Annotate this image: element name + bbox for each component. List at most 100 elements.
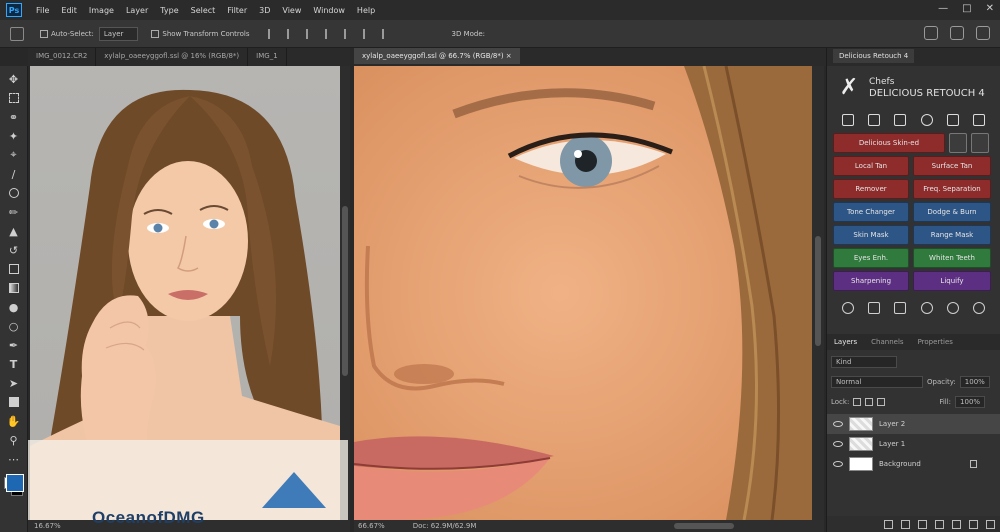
compare-icon[interactable] (920, 302, 933, 314)
retouch-panel-tab[interactable]: Delicious Retouch 4 (827, 48, 1000, 66)
tab-properties[interactable]: Properties (911, 338, 960, 346)
sharpening-button[interactable]: Sharpening (833, 271, 909, 291)
undo-icon[interactable] (946, 302, 959, 314)
menu-layer[interactable]: Layer (126, 6, 148, 15)
layer-select[interactable]: Layer (98, 26, 139, 41)
new-layer-icon[interactable] (969, 519, 978, 529)
dodge-tool-icon[interactable]: ○ (7, 319, 21, 333)
surface-tan-button[interactable]: Surface Tan (913, 156, 991, 176)
skin-mask-button[interactable]: Skin Mask (833, 225, 909, 245)
maximize-icon[interactable]: □ (962, 3, 971, 14)
group-icon[interactable] (952, 519, 961, 529)
scrollbar-thumb[interactable] (342, 206, 348, 376)
grid-icon[interactable] (868, 302, 881, 314)
local-tan-button[interactable]: Local Tan (833, 156, 909, 176)
range-mask-button[interactable]: Range Mask (913, 225, 991, 245)
align-center-icon[interactable] (286, 28, 297, 39)
move-tool-icon[interactable]: ✥ (7, 72, 21, 86)
link-icon[interactable] (884, 519, 893, 529)
lock-pixels-icon[interactable] (853, 398, 862, 406)
user-icon[interactable] (972, 114, 985, 126)
layer-row[interactable]: Layer 1 (827, 434, 1000, 454)
eye-icon[interactable] (833, 461, 843, 467)
close-icon[interactable]: ✕ (986, 3, 994, 14)
doc-tab[interactable]: IMG_1 (248, 48, 287, 66)
align-bottom-icon[interactable] (362, 28, 373, 39)
minimize-icon[interactable]: — (938, 3, 948, 14)
type-tool-icon[interactable]: T (7, 357, 21, 371)
dodge-burn-button[interactable]: Dodge & Burn (913, 202, 991, 222)
layers-icon[interactable] (894, 302, 907, 314)
eye-icon[interactable] (833, 441, 843, 447)
share-icon[interactable] (976, 26, 990, 40)
menu-window[interactable]: Window (313, 6, 345, 15)
align-left-icon[interactable] (267, 28, 278, 39)
lock-all-icon[interactable] (877, 398, 886, 406)
transform-controls-checkbox[interactable] (151, 29, 160, 38)
align-right-icon[interactable] (305, 28, 316, 39)
menu-3d[interactable]: 3D (259, 6, 270, 15)
zoom-readout[interactable]: 66.67% (358, 520, 385, 532)
pencil-icon[interactable] (868, 114, 881, 126)
doc-tab[interactable]: xylalp_oaeeyggofl.ssl @ 16% (RGB/8*) (96, 48, 249, 66)
move-tool-icon[interactable] (10, 26, 24, 41)
align-top-icon[interactable] (324, 28, 335, 39)
menu-view[interactable]: View (282, 6, 301, 15)
eraser-tool-icon[interactable] (7, 262, 21, 276)
distribute-icon[interactable] (381, 28, 392, 39)
doc-tab[interactable]: IMG_0012.CR2 (28, 48, 97, 66)
more-tools-icon[interactable]: ⋯ (7, 452, 21, 466)
eyedropper-icon[interactable]: ∕ (7, 167, 21, 181)
gradient-tool-icon[interactable] (7, 281, 21, 295)
adjustment-icon[interactable] (935, 519, 944, 529)
redo-icon[interactable] (972, 302, 985, 314)
copy-icon[interactable] (949, 133, 967, 153)
vertical-scrollbar-right[interactable] (812, 66, 824, 520)
search-icon[interactable] (842, 302, 855, 314)
menu-type[interactable]: Type (160, 6, 178, 15)
lasso-tool-icon[interactable]: ⚭ (7, 110, 21, 124)
menu-filter[interactable]: Filter (227, 6, 247, 15)
history-brush-icon[interactable]: ↺ (7, 243, 21, 257)
menu-edit[interactable]: Edit (61, 6, 77, 15)
trash-icon[interactable] (986, 519, 995, 529)
tab-channels[interactable]: Channels (864, 338, 910, 346)
layer-row[interactable]: Background (827, 454, 1000, 474)
path-select-icon[interactable]: ➤ (7, 376, 21, 390)
brush-icon[interactable] (842, 114, 855, 126)
remover-button[interactable]: Remover (833, 179, 909, 199)
blur-tool-icon[interactable]: ● (7, 300, 21, 314)
menu-file[interactable]: File (36, 6, 49, 15)
layer-row[interactable]: Layer 2 (827, 414, 1000, 434)
mask-icon[interactable] (918, 519, 927, 529)
menu-image[interactable]: Image (89, 6, 114, 15)
workspace-icon[interactable] (950, 26, 964, 40)
tone-changer-button[interactable]: Tone Changer (833, 202, 909, 222)
shape-tool-icon[interactable] (7, 395, 21, 409)
lock-position-icon[interactable] (865, 398, 874, 406)
fx-icon[interactable] (901, 519, 910, 529)
freq-separation-button[interactable]: Freq. Separation (913, 179, 991, 199)
align-middle-icon[interactable] (343, 28, 354, 39)
healing-brush-icon[interactable] (7, 186, 21, 200)
swap-icon[interactable] (971, 133, 989, 153)
delicious-skin-button[interactable]: Delicious Skin-ed (833, 133, 945, 153)
canvas-right-closeup[interactable] (354, 66, 812, 520)
marquee-tool-icon[interactable] (7, 91, 21, 105)
layer-filter-select[interactable]: Kind (831, 356, 897, 368)
eye-icon[interactable] (833, 421, 843, 427)
pen-tool-icon[interactable]: ✒ (7, 338, 21, 352)
stamp-icon[interactable] (946, 114, 959, 126)
blend-mode-select[interactable]: Normal (831, 376, 923, 388)
opacity-input[interactable]: 100% (959, 376, 990, 388)
eyes-enh-button[interactable]: Eyes Enh. (833, 248, 909, 268)
auto-select-checkbox[interactable] (40, 29, 48, 38)
crop-tool-icon[interactable]: ⌖ (7, 148, 21, 162)
whiten-teeth-button[interactable]: Whiten Teeth (913, 248, 991, 268)
quick-select-icon[interactable]: ✦ (7, 129, 21, 143)
doc-tab-active[interactable]: xylalp_oaeeyggofl.ssl @ 66.7% (RGB/8*) × (354, 48, 520, 64)
bandage-icon[interactable] (894, 114, 907, 126)
hand-tool-icon[interactable]: ✋ (7, 414, 21, 428)
zoom-readout[interactable]: 16.67% (34, 522, 61, 530)
zoom-tool-icon[interactable]: ⚲ (7, 433, 21, 447)
